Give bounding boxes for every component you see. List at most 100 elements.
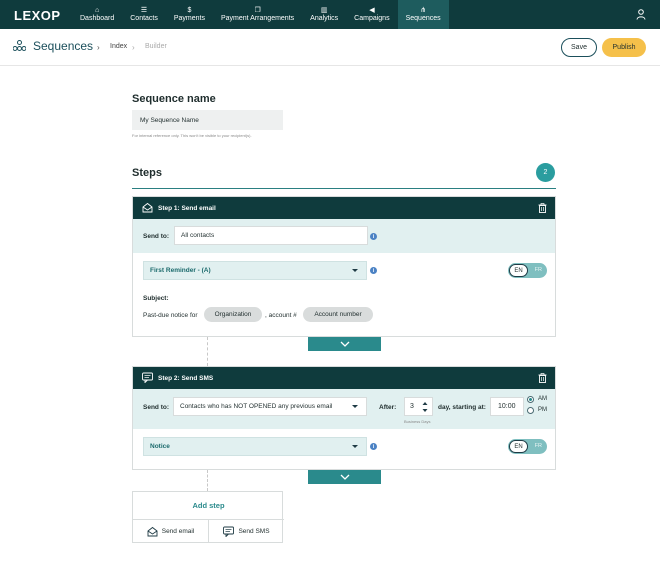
connector-line: [207, 470, 208, 491]
sequence-name-input[interactable]: My Sequence Name: [132, 110, 283, 130]
add-send-email-button[interactable]: Send email: [133, 520, 208, 543]
nav-item-payments[interactable]: $ Payments: [166, 0, 213, 29]
send-to-row: Send to: Contacts who has NOT OPENED any…: [133, 389, 555, 429]
language-toggle[interactable]: EN FR: [508, 439, 547, 454]
send-to-label: Send to:: [143, 233, 169, 240]
language-en[interactable]: EN: [509, 440, 528, 453]
breadcrumb-index[interactable]: Index: [110, 43, 127, 50]
steps-heading: Steps: [132, 167, 162, 179]
nav-item-contacts[interactable]: ☰ Contacts: [122, 0, 166, 29]
business-days-hint: Business Days: [404, 419, 431, 424]
nav-item-sequences[interactable]: ⋔ Sequences: [397, 0, 449, 29]
after-label: After:: [379, 404, 397, 411]
dollar-icon: $: [187, 7, 192, 14]
variable-chip-organization[interactable]: Organization: [204, 307, 262, 322]
page-title: Sequences: [33, 39, 94, 53]
language-fr[interactable]: FR: [535, 443, 542, 449]
envelope-open-icon: [142, 202, 153, 213]
nav-label: Campaigns: [354, 15, 390, 22]
nav-label: Contacts: [130, 15, 158, 22]
nav-item-dashboard[interactable]: ⌂ Dashboard: [72, 0, 122, 29]
chat-icon: [223, 526, 235, 537]
subject-mid: , account #: [265, 312, 297, 319]
envelope-open-icon: [147, 526, 158, 537]
logo[interactable]: LEXOP: [14, 8, 61, 23]
send-to-input[interactable]: All contacts: [174, 226, 368, 245]
info-icon[interactable]: i: [370, 233, 377, 240]
step-title: Step 2: Send SMS: [158, 374, 214, 382]
stack-icon: ❐: [254, 7, 261, 14]
nav-label: Payment Arrangements: [221, 15, 295, 22]
template-select-value: First Reminder - (A): [150, 267, 211, 274]
chevron-down-icon: [340, 474, 349, 480]
send-to-label: Send to:: [143, 404, 169, 411]
nav-label: Dashboard: [80, 15, 115, 22]
template-select-value: Notice: [150, 443, 170, 450]
publish-button[interactable]: Publish: [602, 38, 646, 57]
steps-divider: [132, 188, 556, 189]
pm-radio[interactable]: [527, 407, 534, 414]
step-count-badge: 2: [536, 163, 555, 182]
nav-label: Payments: [173, 15, 205, 22]
sequence-icon: [13, 40, 26, 51]
chat-icon: [142, 372, 153, 383]
nav-label: Analytics: [310, 15, 339, 22]
nav-items: ⌂ Dashboard ☰ Contacts $ Payments ❐ Paym…: [72, 0, 449, 29]
variable-chip-account[interactable]: Account number: [303, 307, 373, 322]
step-header: Step 2: Send SMS: [133, 367, 555, 389]
save-button[interactable]: Save: [561, 38, 597, 57]
send-to-select[interactable]: Contacts who has NOT OPENED any previous…: [173, 397, 367, 416]
language-en[interactable]: EN: [509, 264, 528, 277]
breadcrumb-builder: Builder: [145, 43, 167, 50]
top-nav: LEXOP ⌂ Dashboard ☰ Contacts $ Payments …: [0, 0, 660, 29]
caret-down-icon: [352, 445, 358, 448]
chart-icon: ▥: [320, 7, 328, 14]
info-icon[interactable]: i: [370, 443, 377, 450]
subject-prefix: Past-due notice for: [143, 312, 198, 319]
add-send-sms-label: Send SMS: [238, 528, 270, 535]
pm-label: PM: [538, 407, 547, 413]
language-toggle[interactable]: EN FR: [508, 263, 547, 278]
add-send-sms-button[interactable]: Send SMS: [208, 520, 284, 543]
subject-label: Subject:: [143, 295, 169, 302]
nav-item-analytics[interactable]: ▥ Analytics: [302, 0, 346, 29]
language-fr[interactable]: FR: [535, 267, 542, 273]
chevron-down-icon: [340, 341, 349, 347]
after-days-value: 3: [410, 403, 414, 410]
trash-icon[interactable]: [538, 203, 547, 213]
user-icon[interactable]: [636, 9, 646, 20]
sequence-name-heading: Sequence name: [132, 93, 216, 105]
contacts-icon: ☰: [140, 7, 148, 14]
add-send-email-label: Send email: [161, 528, 195, 535]
megaphone-icon: ◀: [369, 7, 375, 14]
step-header: Step 1: Send email: [133, 197, 555, 219]
caret-down-icon: [352, 405, 358, 408]
add-step-button[interactable]: Add step: [133, 501, 284, 510]
trash-icon[interactable]: [538, 373, 547, 383]
after-unit: day, starting at:: [438, 404, 486, 411]
sequence-name-hint: For internal reference only. This won't …: [132, 133, 252, 138]
send-to-select-value: Contacts who has NOT OPENED any previous…: [180, 403, 333, 410]
chevron-right-icon: ›: [97, 43, 100, 52]
expand-step-1-button[interactable]: [308, 337, 381, 351]
template-select[interactable]: Notice: [143, 437, 367, 456]
send-to-row: Send to: All contacts i: [133, 219, 555, 253]
nav-item-campaigns[interactable]: ◀ Campaigns: [346, 0, 397, 29]
template-select[interactable]: First Reminder - (A): [143, 261, 367, 280]
step-card-1: Step 1: Send email Send to: All contacts…: [132, 196, 556, 337]
after-days-input[interactable]: 3: [404, 397, 433, 416]
time-input[interactable]: 10:00: [490, 397, 524, 416]
home-icon: ⌂: [95, 7, 100, 14]
am-radio[interactable]: [527, 396, 534, 403]
connector-line: [207, 337, 208, 366]
nav-label: Sequences: [405, 15, 441, 22]
add-step-card: Add step Send email Send SMS: [132, 491, 284, 543]
add-step-options: Send email Send SMS: [133, 519, 284, 543]
info-icon[interactable]: i: [370, 267, 377, 274]
am-label: AM: [538, 396, 547, 402]
step-card-2: Step 2: Send SMS Send to: Contacts who h…: [132, 366, 556, 470]
caret-down-icon: [352, 269, 358, 272]
expand-step-2-button[interactable]: [308, 470, 381, 484]
nav-item-payment-arrangements[interactable]: ❐ Payment Arrangements: [213, 0, 302, 29]
stepper-arrows-icon[interactable]: [422, 401, 428, 413]
